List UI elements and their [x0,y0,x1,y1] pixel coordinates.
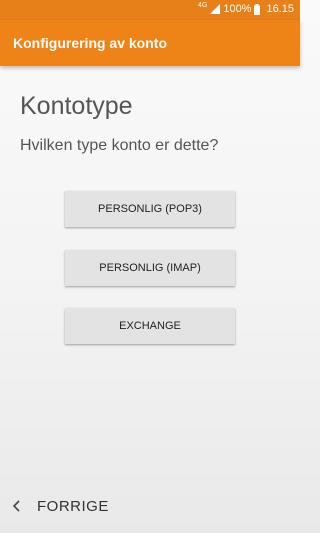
page-title: Kontotype [20,92,133,120]
app-bar-title: Konfigurering av konto [13,35,167,51]
status-bar: 4G 100% 16.15 [0,0,300,20]
personal-pop3-button[interactable]: PERSONLIG (POP3) [65,191,235,227]
battery-percent: 100% [223,3,252,15]
battery-icon [254,3,261,15]
status-icons: 4G 100% 16.15 [197,1,294,16]
exchange-button[interactable]: EXCHANGE [65,308,235,344]
back-label: FORRIGE [37,497,109,515]
signal-icon [210,4,221,14]
personal-imap-button[interactable]: PERSONLIG (IMAP) [65,250,235,286]
chevron-left-icon [12,500,20,512]
bottom-nav: FORRIGE [0,486,300,526]
network-type: 4G [197,1,208,9]
back-button[interactable]: FORRIGE [12,492,109,520]
account-type-question: Hvilken type konto er dette? [20,137,219,154]
app-bar: Konfigurering av konto [0,20,300,66]
clock: 16.15 [266,3,294,15]
